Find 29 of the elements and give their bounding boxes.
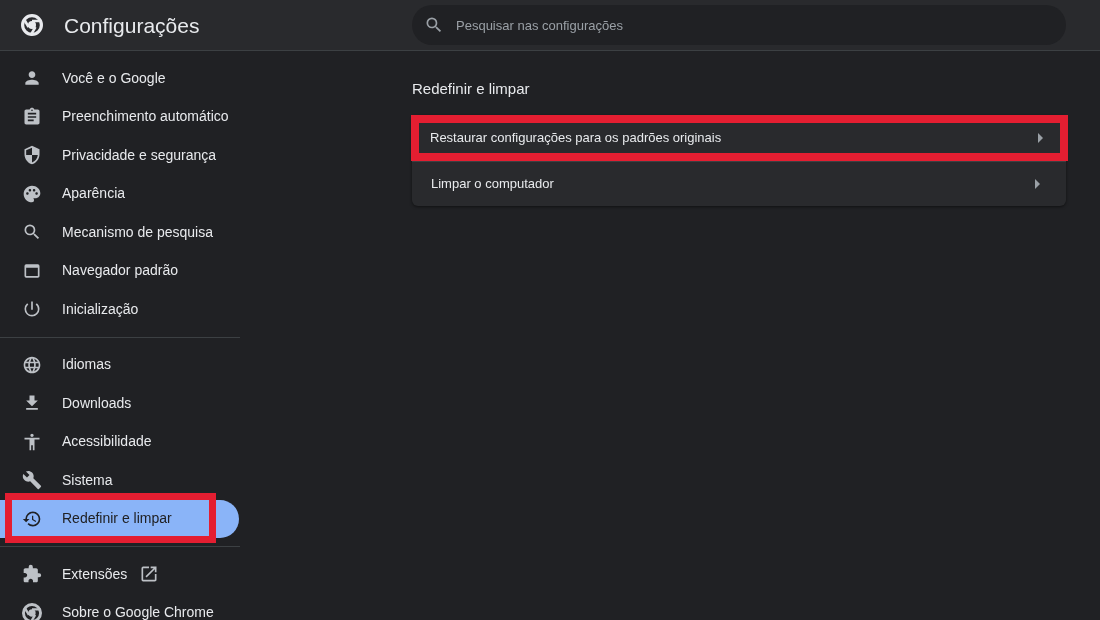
caret-right-icon: [1035, 179, 1040, 189]
globe-icon: [22, 354, 42, 375]
sidebar-item[interactable]: Acessibilidade: [0, 429, 239, 454]
puzzle-icon: [22, 564, 42, 585]
shield-icon: [22, 145, 42, 166]
sidebar-item[interactable]: Downloads: [0, 391, 239, 416]
sidebar-item[interactable]: Idiomas: [0, 352, 239, 377]
sidebar-item[interactable]: Você e o Google: [0, 66, 239, 91]
palette-icon: [22, 183, 42, 204]
wrench-icon: [22, 470, 42, 491]
settings-row[interactable]: Limpar o computador: [412, 161, 1066, 206]
circle-logo-icon: [21, 14, 43, 36]
sidebar-item[interactable]: Aparência: [0, 181, 239, 206]
sidebar-item[interactable]: Sobre o Google Chrome: [0, 600, 239, 620]
section-title: Redefinir e limpar: [412, 79, 531, 99]
sidebar-item[interactable]: Mecanismo de pesquisa: [0, 220, 239, 245]
caret-right-icon: [1038, 133, 1043, 143]
sidebar-item[interactable]: Inicialização: [0, 297, 239, 322]
accessibility-icon: [22, 431, 42, 452]
search-icon: [424, 15, 444, 35]
sidebar-item[interactable]: Navegador padrão: [0, 258, 239, 283]
sidebar-item[interactable]: Sistema: [0, 468, 239, 493]
search-field[interactable]: Pesquisar nas configurações: [412, 5, 1066, 45]
circle-logo-icon: [22, 602, 42, 620]
clipboard-icon: [22, 106, 42, 127]
sidebar-item[interactable]: Preenchimento automático: [0, 104, 239, 129]
sidebar-item[interactable]: Extensões: [0, 562, 239, 587]
sidebar-item[interactable]: Privacidade e segurança: [0, 143, 239, 168]
page-title: Configurações: [64, 14, 200, 36]
